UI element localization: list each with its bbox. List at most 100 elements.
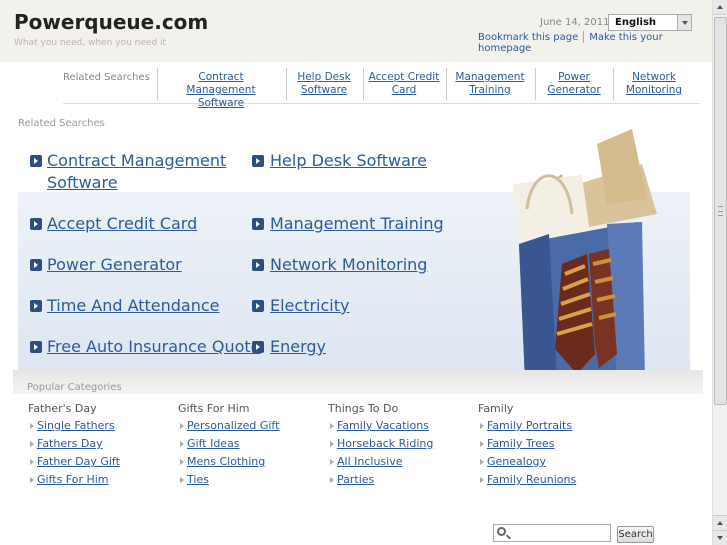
topbar-item-line1: Accept Credit [368, 71, 440, 83]
arrow-right-icon [330, 423, 334, 429]
bookmark-link[interactable]: Bookmark this page [478, 32, 578, 43]
main-content: Related Searches Contract Management Sof… [5, 62, 712, 545]
category-link[interactable]: Mens Clothing [187, 455, 265, 468]
link-contract-management[interactable]: Contract Management Software [47, 150, 226, 194]
category-link[interactable]: All Inclusive [337, 455, 403, 468]
topbar-item-accept-credit[interactable]: Accept Credit Card [368, 71, 440, 97]
divider [286, 68, 287, 100]
divider [446, 68, 447, 100]
arrow-right-icon [30, 459, 34, 465]
category-link[interactable]: Fathers Day [37, 437, 103, 450]
related-searches-label: Related Searches [18, 118, 105, 129]
arrow-right-icon [330, 459, 334, 465]
link-management-training[interactable]: Management Training [270, 213, 444, 235]
arrow-right-icon [30, 218, 42, 230]
topbar-item-management-training[interactable]: Management Training [453, 71, 527, 97]
divider [363, 68, 364, 100]
arrow-right-icon [30, 477, 34, 483]
arrow-right-icon [480, 477, 484, 483]
date-label: June 14, 2011 [540, 17, 610, 28]
scroll-up-icon[interactable] [713, 515, 727, 530]
category-link[interactable]: Family Reunions [487, 473, 576, 486]
arrow-right-icon [30, 259, 42, 271]
category-link[interactable]: Family Portraits [487, 419, 572, 432]
popular-categories-label: Popular Categories [27, 382, 122, 393]
topbar-item-help-desk[interactable]: Help Desk Software [293, 71, 355, 97]
topbar-item-line1: Contract Management [186, 71, 256, 96]
arrow-right-icon [330, 441, 334, 447]
topbar-item-line1: Management [455, 71, 525, 83]
arrow-right-icon [330, 477, 334, 483]
link-free-auto-insurance-quote[interactable]: Free Auto Insurance Quote [47, 336, 261, 358]
link-energy[interactable]: Energy [270, 336, 326, 358]
arrow-right-icon [30, 341, 42, 353]
related-searches-bar: Related Searches Contract Management Sof… [63, 66, 700, 109]
category-link[interactable]: Gift Ideas [187, 437, 240, 450]
arrow-right-icon [180, 459, 184, 465]
topbar-item-line2: Training [469, 84, 511, 96]
link-network-monitoring[interactable]: Network Monitoring [270, 254, 427, 276]
grip-icon [718, 206, 723, 216]
category-heading-family[interactable]: Family [478, 402, 513, 415]
link-electricity[interactable]: Electricity [270, 295, 349, 317]
arrow-right-icon [252, 300, 264, 312]
topbar-item-power-generator[interactable]: Power Generator [543, 71, 605, 97]
chevron-down-icon[interactable] [677, 15, 691, 30]
site-title[interactable]: Powerqueue.com [14, 10, 208, 34]
topbar-item-line1: Help Desk [297, 71, 351, 83]
arrow-right-icon [480, 459, 484, 465]
category-link[interactable]: Parties [337, 473, 374, 486]
header-links: Bookmark this page Make this your homepag… [478, 31, 712, 54]
site-header: Powerqueue.com What you need, when you n… [0, 0, 712, 62]
topbar-item-line2: Software [197, 97, 245, 109]
scrollbar-thumb[interactable] [714, 17, 727, 405]
topbar-item-line1: Network [632, 71, 676, 83]
divider [583, 31, 585, 43]
link-help-desk-software[interactable]: Help Desk Software [270, 150, 427, 172]
arrow-right-icon [180, 477, 184, 483]
category-link[interactable]: Personalized Gift [187, 419, 279, 432]
arrow-right-icon [30, 441, 34, 447]
arrow-right-icon [252, 155, 264, 167]
vertical-scrollbar[interactable] [712, 0, 727, 545]
scroll-up-icon[interactable] [713, 0, 727, 15]
link-time-and-attendance[interactable]: Time And Attendance [47, 295, 220, 317]
link-power-generator[interactable]: Power Generator [47, 254, 182, 276]
language-select[interactable]: English [608, 14, 692, 31]
search-input[interactable] [493, 524, 611, 542]
search-button[interactable]: Search [617, 526, 654, 543]
topbar-item-network-monitoring[interactable]: Network Monitoring [621, 71, 687, 97]
link-line2: Software [47, 173, 118, 192]
arrow-right-icon [30, 423, 34, 429]
category-link[interactable]: Horseback Riding [337, 437, 433, 450]
category-link[interactable]: Family Vacations [337, 419, 429, 432]
divider [613, 68, 614, 100]
tagline: What you need, when you need it [14, 38, 167, 48]
category-heading-things-to-do[interactable]: Things To Do [328, 402, 398, 415]
arrow-right-icon [480, 441, 484, 447]
arrow-right-icon [180, 441, 184, 447]
topbar-item-line2: Generator [547, 84, 601, 96]
category-link[interactable]: Gifts For Him [37, 473, 109, 486]
category-link[interactable]: Family Trees [487, 437, 555, 450]
category-link[interactable]: Father Day Gift [37, 455, 120, 468]
language-value: English [615, 17, 657, 28]
category-link[interactable]: Single Fathers [37, 419, 115, 432]
link-accept-credit-card[interactable]: Accept Credit Card [47, 213, 197, 235]
link-line1: Contract Management [47, 151, 227, 170]
gift-bag-image [512, 129, 657, 380]
arrow-right-icon [480, 423, 484, 429]
scroll-down-icon[interactable] [713, 530, 727, 545]
topbar-item-contract-management[interactable]: Contract Management Software [165, 71, 277, 110]
category-heading-fathers-day[interactable]: Father's Day [28, 402, 97, 415]
arrow-right-icon [252, 341, 264, 353]
topbar-item-line2: Software [300, 84, 348, 96]
arrow-right-icon [30, 155, 42, 167]
topbar-item-line2: Card [391, 84, 417, 96]
arrow-right-icon [180, 423, 184, 429]
category-heading-gifts-for-him[interactable]: Gifts For Him [178, 402, 250, 415]
category-link[interactable]: Genealogy [487, 455, 546, 468]
arrow-right-icon [30, 300, 42, 312]
topbar-item-line2: Monitoring [625, 84, 683, 96]
category-link[interactable]: Ties [187, 473, 209, 486]
